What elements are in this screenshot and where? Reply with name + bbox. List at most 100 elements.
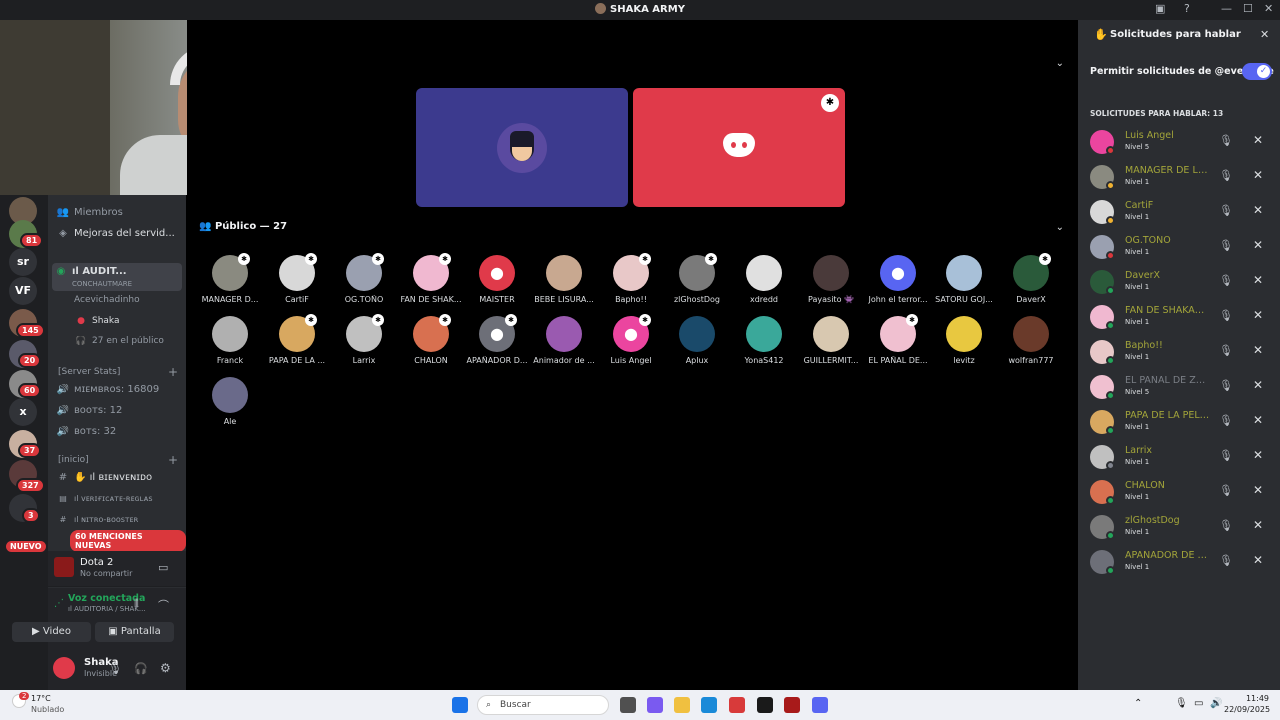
headphones-icon[interactable]: 🎧 [134,662,148,675]
invite-to-speak-icon[interactable]: 🎙 [1218,344,1234,360]
taskbar-search[interactable]: ⌕ Buscar [477,695,609,715]
audience-member[interactable]: BEBE LISURA... [531,255,597,304]
stat-channel[interactable]: 🔊 ᴍɪᴇᴍʙʀᴏs: 16809 [56,384,182,404]
dismiss-icon[interactable]: ✕ [1250,553,1266,569]
request-item[interactable]: Luis Angel Nivel 5 🎙 ✕ [1090,130,1272,156]
dismiss-icon[interactable]: ✕ [1250,203,1266,219]
add-channel-icon[interactable]: + [168,453,178,467]
request-item[interactable]: DaverX Nivel 1 🎙 ✕ [1090,270,1272,296]
screen-share-button[interactable]: ▣ Pantalla [95,622,174,642]
copilot-icon[interactable] [647,697,663,713]
stat-channel[interactable]: 🔊 ʙᴏᴛs: 32 [56,426,182,446]
request-item[interactable]: MANAGER DE LA ... Nivel 1 🎙 ✕ [1090,165,1272,191]
invite-to-speak-icon[interactable]: 🎙 [1218,379,1234,395]
audience-member[interactable]: ✱ CHALON [398,314,464,365]
avatar[interactable] [53,657,75,679]
audience-member[interactable]: ✱ PAPA DE LA ... [264,314,330,365]
wps-icon[interactable] [729,697,745,713]
audience-member[interactable]: ● MAISTER [464,255,530,304]
invite-to-speak-icon[interactable]: 🎙 [1218,554,1234,570]
audience-member[interactable]: ● John el terror... [865,255,931,304]
category-inicio[interactable]: [inicio] + [58,453,178,467]
members-link[interactable]: 👥 Miembros [56,207,182,227]
voice-channel-active[interactable]: ◉ ıl AUDIT... CONCHAUTMARE [52,263,182,291]
invite-to-speak-icon[interactable]: 🎙 [1218,274,1234,290]
microphone-icon[interactable]: 🎙 [108,662,122,675]
speaker-tile[interactable] [416,88,628,207]
category-server-stats[interactable]: [Server Stats] + [58,365,178,379]
audience-member[interactable]: ● ✱ APAÑADOR D... [464,314,530,365]
audience-member[interactable]: ● ✱ Luis Angel [598,314,664,365]
invite-to-speak-icon[interactable]: 🎙 [1218,484,1234,500]
audience-member[interactable]: Franck [197,316,263,365]
clock-time[interactable]: 11:49 [1232,694,1269,703]
new-mentions-button[interactable]: 60 MENCIONES NUEVAS [70,530,186,552]
inbox-icon[interactable]: ▣ [1155,2,1165,15]
dismiss-icon[interactable]: ✕ [1250,308,1266,324]
dismiss-icon[interactable]: ✕ [1250,378,1266,394]
request-item[interactable]: zlGhostDog Nivel 1 🎙 ✕ [1090,515,1272,541]
audience-member[interactable]: levitz [931,316,997,365]
dismiss-icon[interactable]: ✕ [1250,448,1266,464]
audience-member[interactable]: ✱ EL PAÑAL DE... [865,314,931,365]
invite-to-speak-icon[interactable]: 🎙 [1218,169,1234,185]
file-explorer-icon[interactable] [674,697,690,713]
network-icon[interactable]: ▭ [1194,698,1203,709]
audience-member[interactable]: ✱ OG.TOÑO [331,253,397,304]
audience-member[interactable]: ✱ CartiF [264,253,330,304]
audience-member[interactable]: SATORU GOJ... [931,255,997,304]
add-channel-icon[interactable]: + [168,365,178,379]
invite-to-speak-icon[interactable]: 🎙 [1218,519,1234,535]
request-item[interactable]: EL PAÑAL DE ZUL... Nivel 5 🎙 ✕ [1090,375,1272,401]
request-item[interactable]: APAÑADOR DE L... Nivel 1 🎙 ✕ [1090,550,1272,576]
audience-member[interactable]: ✱ DaverX [998,253,1064,304]
help-icon[interactable]: ? [1184,2,1190,15]
minimize-icon[interactable]: — [1221,2,1232,15]
disconnect-icon[interactable]: ⌒ [158,597,169,613]
dismiss-icon[interactable]: ✕ [1250,518,1266,534]
close-icon[interactable]: ✕ [1260,28,1269,41]
audience-member[interactable]: ✱ zlGhostDog [664,253,730,304]
speaker-tile[interactable]: ✱ [633,88,845,207]
audience-member[interactable]: ✱ MANAGER D... [197,253,263,304]
microphone-tray-icon[interactable]: 🎙 [1175,698,1188,709]
task-view-icon[interactable] [620,697,636,713]
clock-date[interactable]: 22/09/2025 [1224,705,1270,714]
share-screen-icon[interactable]: ▭ [158,561,168,574]
audience-member[interactable]: Aplux [664,316,730,365]
request-item[interactable]: CartiF Nivel 1 🎙 ✕ [1090,200,1272,226]
windows-start-icon[interactable] [452,697,468,713]
audience-member[interactable]: ✱ FAN DE SHAK... [398,253,464,304]
text-channel[interactable]: ▤ ıl ᴠᴇʀɪғɪᴄᴀᴛᴇ-ʀᴇɢʟᴀs [56,494,182,514]
allow-requests-toggle[interactable]: ✓ [1242,63,1272,80]
audience-member[interactable]: GUILLERMIT... [798,316,864,365]
dismiss-icon[interactable]: ✕ [1250,273,1266,289]
audience-member[interactable]: Payasito 👾 [798,255,864,304]
chevron-down-icon[interactable]: ⌄ [1056,58,1064,69]
audience-member[interactable]: ✱ Bapho!! [598,253,664,304]
video-button[interactable]: ▶ Video [12,622,91,642]
volume-icon[interactable]: 🔊 [1210,698,1222,709]
dismiss-icon[interactable]: ✕ [1250,413,1266,429]
request-item[interactable]: PAPA DE LA PELI... Nivel 1 🎙 ✕ [1090,410,1272,436]
noise-suppression-icon[interactable]: ⦀ [134,597,139,611]
voice-user[interactable]: Acevichadinho [74,295,182,315]
audience-member[interactable]: Animador de ... [531,316,597,365]
request-item[interactable]: OG.TOÑO Nivel 1 🎙 ✕ [1090,235,1272,261]
invite-to-speak-icon[interactable]: 🎙 [1218,309,1234,325]
audience-member[interactable]: Ale [197,377,263,426]
server-icon[interactable]: sr [9,248,37,276]
request-item[interactable]: Bapho!! Nivel 1 🎙 ✕ [1090,340,1272,366]
dota-icon[interactable] [784,697,800,713]
invite-to-speak-icon[interactable]: 🎙 [1218,414,1234,430]
invite-to-speak-icon[interactable]: 🎙 [1218,449,1234,465]
audience-member[interactable]: ✱ Larrix [331,314,397,365]
close-window-icon[interactable]: ✕ [1264,2,1273,15]
server-boosts-link[interactable]: ◈ Mejoras del servid... [56,228,182,248]
chevron-up-icon[interactable]: ⌃ [1134,698,1142,709]
audience-member[interactable]: YonaS412 [731,316,797,365]
dismiss-icon[interactable]: ✕ [1250,343,1266,359]
settings-gear-icon[interactable]: ⚙ [160,661,171,675]
audience-member[interactable]: wolfran777 [998,316,1064,365]
server-icon[interactable]: VF [9,277,37,305]
